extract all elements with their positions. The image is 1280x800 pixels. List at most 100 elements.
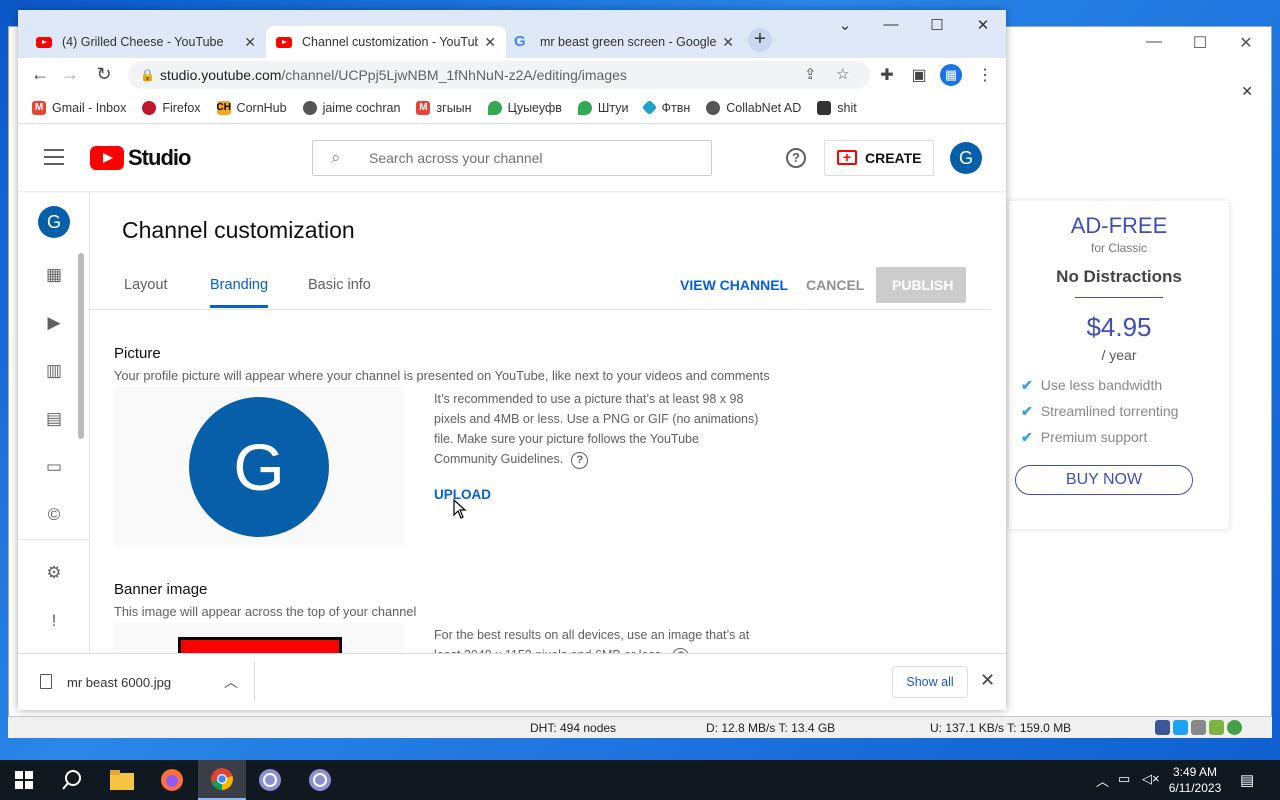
- browser-toolbar: ← → ↻ 🔒 studio.youtube.com/channel/UCPpj…: [18, 58, 1006, 92]
- file-explorer-button[interactable]: [98, 760, 146, 800]
- minimize-icon[interactable]: —: [1131, 33, 1177, 51]
- share-icon[interactable]: ⇪: [804, 61, 817, 89]
- hamburger-menu-icon[interactable]: [44, 149, 64, 165]
- banner-info: For the best results on all devices, use…: [434, 625, 774, 653]
- firefox-taskbar-button[interactable]: [148, 760, 196, 800]
- publish-button[interactable]: PUBLISH: [876, 267, 966, 303]
- copyright-icon[interactable]: ©: [44, 505, 64, 525]
- bookmark-item[interactable]: CH CornHub: [216, 100, 287, 115]
- tab-close-icon[interactable]: ✕: [722, 34, 734, 51]
- ad-close-icon[interactable]: ✕: [1241, 83, 1253, 100]
- check-icon: ✔: [1021, 377, 1033, 393]
- chevron-up-icon[interactable]: ︿: [1096, 771, 1109, 790]
- buy-now-button[interactable]: BUY NOW: [1015, 465, 1193, 495]
- comments-icon[interactable]: ▤: [44, 409, 64, 429]
- tab-search-icon[interactable]: ⌄: [822, 16, 868, 34]
- help-icon[interactable]: ?: [786, 148, 806, 168]
- ad-feature: ✔ Premium support: [1021, 429, 1148, 445]
- tab-branding[interactable]: Branding: [210, 277, 268, 293]
- chrome-taskbar-button[interactable]: [198, 760, 246, 800]
- picture-section-desc: Your profile picture will appear where y…: [114, 368, 770, 383]
- youtube-logo-icon: [90, 146, 124, 170]
- bookmark-item[interactable]: jaime cochran: [302, 100, 400, 115]
- profile-icon[interactable]: ▦: [940, 64, 962, 86]
- back-icon[interactable]: ←: [28, 64, 52, 85]
- subtitles-icon[interactable]: ▭: [44, 457, 64, 477]
- close-icon[interactable]: ✕: [960, 16, 1006, 34]
- side-panel-icon[interactable]: ▣: [908, 65, 930, 85]
- diamond-icon: [642, 99, 658, 116]
- close-downloads-icon[interactable]: ✕: [980, 670, 995, 691]
- folder-icon: [110, 770, 134, 790]
- forward-icon[interactable]: →: [58, 64, 82, 85]
- bittorrent-taskbar-button[interactable]: [246, 760, 294, 800]
- download-filename[interactable]: mr beast 6000.jpg: [67, 675, 171, 690]
- active-tab-indicator: [210, 305, 268, 308]
- volume-icon[interactable]: ◁×: [1142, 771, 1160, 787]
- help-icon[interactable]: ?: [571, 452, 589, 469]
- browser-tab-active[interactable]: Channel customization - YouTube ✕: [266, 26, 506, 58]
- create-label: CREATE: [865, 150, 922, 166]
- analytics-icon[interactable]: ▥: [44, 361, 64, 381]
- cancel-button[interactable]: CANCEL: [806, 267, 864, 303]
- bookmark-item[interactable]: Mзгыын: [416, 100, 472, 115]
- bookmark-item[interactable]: M Gmail - Inbox: [32, 100, 126, 115]
- bittorrent-icon: [259, 769, 281, 791]
- twitter-icon[interactable]: [1173, 720, 1188, 735]
- facebook-icon[interactable]: [1155, 720, 1170, 735]
- bookmark-item[interactable]: Firefox: [142, 100, 201, 115]
- bookmark-item[interactable]: Фтвн: [642, 99, 690, 116]
- search-button[interactable]: [48, 760, 96, 800]
- download-status: D: 12.8 MB/s T: 13.4 GB: [706, 721, 836, 735]
- create-button[interactable]: + CREATE: [824, 140, 934, 176]
- tab-close-icon[interactable]: ✕: [484, 34, 496, 51]
- tab-close-icon[interactable]: ✕: [244, 34, 256, 51]
- search-icon: [62, 770, 81, 790]
- maximize-icon[interactable]: ☐: [914, 16, 960, 34]
- close-icon[interactable]: ✕: [1223, 33, 1269, 53]
- studio-logo[interactable]: Studio: [90, 145, 191, 171]
- globe-icon[interactable]: [1191, 720, 1206, 735]
- bookmark-item[interactable]: Цуыеуфв: [487, 100, 562, 115]
- maximize-icon[interactable]: ☐: [1177, 33, 1223, 53]
- tab-layout[interactable]: Layout: [124, 277, 168, 293]
- picture-section-title: Picture: [114, 345, 161, 362]
- tab-title: Channel customization - YouTube: [302, 35, 479, 49]
- new-tab-button[interactable]: +: [748, 28, 772, 52]
- account-avatar[interactable]: G: [950, 142, 982, 174]
- content-icon[interactable]: ▶: [44, 313, 64, 333]
- browser-tab[interactable]: (4) Grilled Cheese - YouTube ✕: [26, 26, 266, 58]
- minimize-icon[interactable]: —: [868, 16, 914, 33]
- bittorrent-taskbar-button-2[interactable]: [296, 760, 344, 800]
- start-button[interactable]: [0, 760, 48, 800]
- page-title: Channel customization: [122, 217, 355, 243]
- sidebar-scrollbar[interactable]: [78, 253, 84, 439]
- search-input[interactable]: ⌕ Search across your channel: [312, 140, 712, 176]
- browser-tab[interactable]: G mr beast green screen - Google ✕: [504, 26, 744, 58]
- menu-icon[interactable]: ⋮: [974, 65, 996, 85]
- maps-pin-icon: [487, 100, 502, 115]
- banner-image: [178, 637, 342, 653]
- bookmark-item[interactable]: Штуи: [577, 100, 628, 115]
- android-icon[interactable]: [1209, 720, 1224, 735]
- dashboard-icon[interactable]: ▦: [44, 265, 64, 285]
- reload-icon[interactable]: ↻: [92, 64, 116, 85]
- bookmarks-bar: M Gmail - Inbox Firefox CH CornHub jaime c…: [18, 92, 1006, 124]
- show-all-button[interactable]: Show all: [892, 666, 968, 698]
- address-bar[interactable]: 🔒 studio.youtube.com/channel/UCPpj5LjwNB…: [128, 61, 870, 89]
- tab-basic-info[interactable]: Basic info: [308, 277, 371, 293]
- notifications-icon[interactable]: ▤: [1240, 771, 1254, 789]
- extensions-icon[interactable]: ✚: [876, 65, 898, 85]
- chevron-up-icon[interactable]: ︿: [224, 672, 238, 692]
- bookmark-item[interactable]: CollabNet AD: [706, 100, 801, 115]
- settings-icon[interactable]: ⚙: [44, 563, 64, 583]
- bookmark-item[interactable]: shit: [817, 100, 857, 115]
- ad-subtitle: for Classic: [1090, 241, 1147, 255]
- network-icon[interactable]: ▭: [1118, 771, 1130, 787]
- channel-avatar[interactable]: G: [38, 206, 70, 238]
- feedback-icon[interactable]: !: [44, 611, 64, 631]
- youtube-icon: [36, 36, 52, 48]
- system-clock[interactable]: 3:49 AM 6/11/2023: [1160, 764, 1230, 796]
- view-channel-button[interactable]: VIEW CHANNEL: [680, 267, 788, 303]
- bookmark-star-icon[interactable]: ☆: [836, 61, 849, 89]
